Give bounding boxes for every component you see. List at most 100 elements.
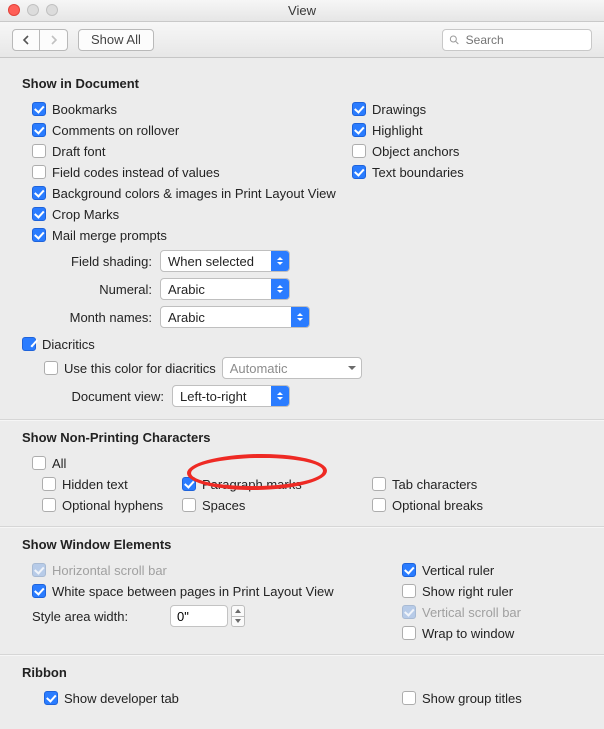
label-draft-font: Draft font xyxy=(52,144,105,159)
checkbox-optional-hyphens[interactable] xyxy=(42,498,56,512)
chevron-updown-icon xyxy=(271,386,289,406)
section-window-elements: Show Window Elements Horizontal scroll b… xyxy=(22,537,582,644)
checkbox-field-codes[interactable] xyxy=(32,165,46,179)
checkbox-draft-font[interactable] xyxy=(32,144,46,158)
checkbox-comments[interactable] xyxy=(32,123,46,137)
close-icon[interactable] xyxy=(8,4,20,16)
label-drawings: Drawings xyxy=(372,102,426,117)
toolbar: Show All xyxy=(0,22,604,58)
search-field[interactable] xyxy=(464,32,585,48)
checkbox-text-boundaries[interactable] xyxy=(352,165,366,179)
search-icon xyxy=(449,34,460,46)
section-ribbon: Ribbon Show developer tab Show group tit… xyxy=(22,665,582,709)
checkbox-hidden-text[interactable] xyxy=(42,477,56,491)
label-field-shading: Field shading: xyxy=(22,254,160,269)
checkbox-wrap[interactable] xyxy=(402,626,416,640)
checkbox-show-right-ruler[interactable] xyxy=(402,584,416,598)
checkbox-diacritics[interactable] xyxy=(22,337,36,351)
chevron-down-icon xyxy=(343,358,361,378)
section-title: Ribbon xyxy=(22,665,582,680)
select-document-view[interactable]: Left-to-right xyxy=(172,385,290,407)
checkbox-spaces[interactable] xyxy=(182,498,196,512)
checkbox-v-ruler[interactable] xyxy=(402,563,416,577)
checkbox-drawings[interactable] xyxy=(352,102,366,116)
label-optional-breaks: Optional breaks xyxy=(392,498,483,513)
checkbox-dev-tab[interactable] xyxy=(44,691,58,705)
select-value: When selected xyxy=(168,254,254,269)
label-crop-marks: Crop Marks xyxy=(52,207,119,222)
checkbox-mail-merge[interactable] xyxy=(32,228,46,242)
divider xyxy=(0,654,604,655)
select-value: Automatic xyxy=(230,361,288,376)
label-v-ruler: Vertical ruler xyxy=(422,563,494,578)
checkbox-paragraph-marks[interactable] xyxy=(182,477,196,491)
section-title: Show in Document xyxy=(22,76,582,91)
style-area-stepper[interactable] xyxy=(170,605,245,627)
label-optional-hyphens: Optional hyphens xyxy=(62,498,163,513)
section-show-in-document: Show in Document Bookmarks Comments on r… xyxy=(22,76,582,409)
style-area-input[interactable] xyxy=(170,605,228,627)
label-highlight: Highlight xyxy=(372,123,423,138)
label-all: All xyxy=(52,456,66,471)
select-value: Left-to-right xyxy=(180,389,246,404)
label-document-view: Document view: xyxy=(22,389,172,404)
label-use-color-diacritics: Use this color for diacritics xyxy=(64,361,216,376)
label-month-names: Month names: xyxy=(22,310,160,325)
checkbox-crop-marks[interactable] xyxy=(32,207,46,221)
section-title: Show Non-Printing Characters xyxy=(22,430,582,445)
select-diacritics-color[interactable]: Automatic xyxy=(222,357,362,379)
label-hidden-text: Hidden text xyxy=(62,477,128,492)
back-button[interactable] xyxy=(12,29,40,51)
chevron-updown-icon xyxy=(271,251,289,271)
select-field-shading[interactable]: When selected xyxy=(160,250,290,272)
label-text-boundaries: Text boundaries xyxy=(372,165,464,180)
checkbox-highlight[interactable] xyxy=(352,123,366,137)
checkbox-bg-colors[interactable] xyxy=(32,186,46,200)
select-month-names[interactable]: Arabic xyxy=(160,306,310,328)
divider xyxy=(0,419,604,420)
label-comments: Comments on rollover xyxy=(52,123,179,138)
checkbox-bookmarks[interactable] xyxy=(32,102,46,116)
label-wrap: Wrap to window xyxy=(422,626,514,641)
checkbox-all[interactable] xyxy=(32,456,46,470)
checkbox-tab-characters[interactable] xyxy=(372,477,386,491)
show-all-button[interactable]: Show All xyxy=(78,29,154,51)
label-mail-merge: Mail merge prompts xyxy=(52,228,167,243)
window-controls xyxy=(8,4,58,16)
checkbox-h-scroll xyxy=(32,563,46,577)
titlebar: View xyxy=(0,0,604,22)
checkbox-v-scroll xyxy=(402,605,416,619)
checkbox-white-space[interactable] xyxy=(32,584,46,598)
label-field-codes: Field codes instead of values xyxy=(52,165,220,180)
label-dev-tab: Show developer tab xyxy=(64,691,179,706)
nav-buttons xyxy=(12,29,68,51)
label-numeral: Numeral: xyxy=(22,282,160,297)
label-v-scroll: Vertical scroll bar xyxy=(422,605,521,620)
search-input[interactable] xyxy=(442,29,592,51)
label-diacritics: Diacritics xyxy=(42,337,95,352)
section-title: Show Window Elements xyxy=(22,537,582,552)
select-value: Arabic xyxy=(168,282,205,297)
label-bg-colors: Background colors & images in Print Layo… xyxy=(52,186,336,201)
checkbox-use-color-diacritics[interactable] xyxy=(44,361,58,375)
chevron-updown-icon xyxy=(291,307,309,327)
chevron-updown-icon xyxy=(271,279,289,299)
label-style-area: Style area width: xyxy=(32,609,170,624)
label-white-space: White space between pages in Print Layou… xyxy=(52,584,334,599)
forward-button[interactable] xyxy=(40,29,68,51)
minimize-icon xyxy=(27,4,39,16)
checkbox-object-anchors[interactable] xyxy=(352,144,366,158)
checkbox-optional-breaks[interactable] xyxy=(372,498,386,512)
label-object-anchors: Object anchors xyxy=(372,144,459,159)
select-value: Arabic xyxy=(168,310,205,325)
checkbox-group-titles[interactable] xyxy=(402,691,416,705)
label-paragraph-marks: Paragraph marks xyxy=(202,477,302,492)
label-h-scroll: Horizontal scroll bar xyxy=(52,563,167,578)
select-numeral[interactable]: Arabic xyxy=(160,278,290,300)
divider xyxy=(0,526,604,527)
window-title: View xyxy=(288,3,316,18)
label-group-titles: Show group titles xyxy=(422,691,522,706)
zoom-icon xyxy=(46,4,58,16)
label-bookmarks: Bookmarks xyxy=(52,102,117,117)
stepper-updown-icon[interactable] xyxy=(231,605,245,627)
